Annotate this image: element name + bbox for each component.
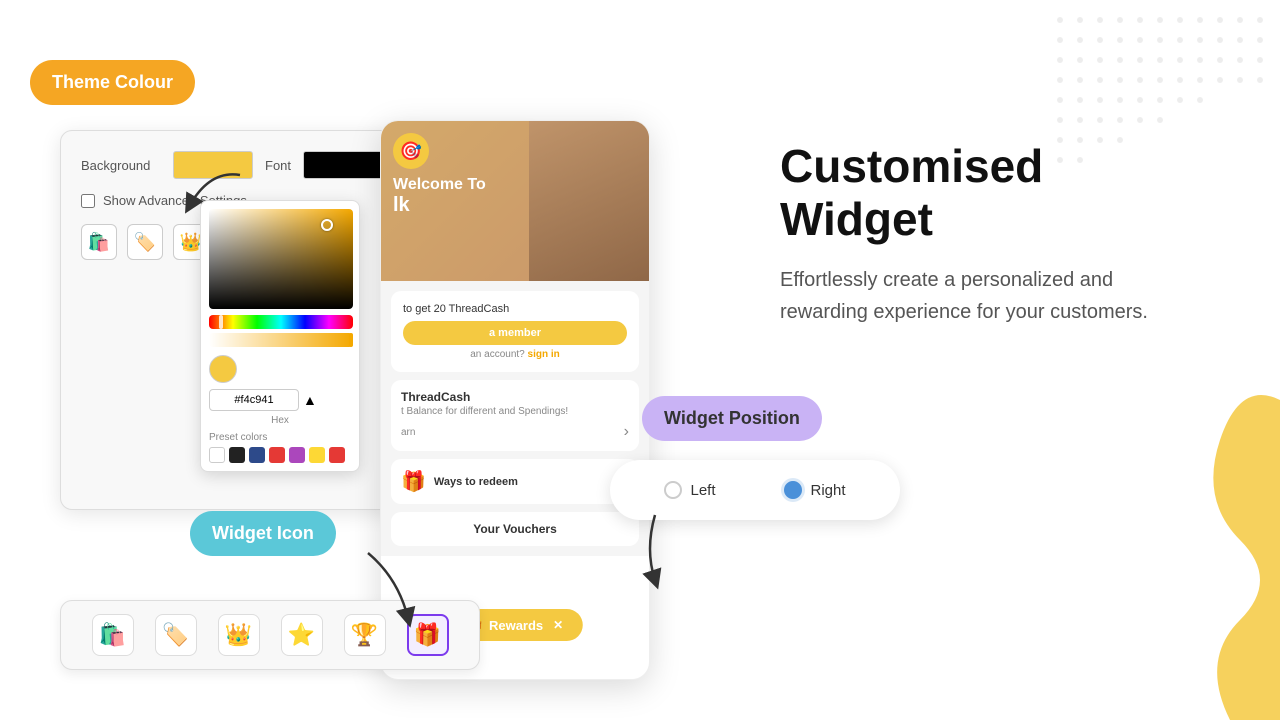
mobile-body: to get 20 ThreadCash a member an account…	[381, 281, 649, 556]
redeem-card: 🎁 Ways to redeem	[391, 459, 639, 504]
preset-label: Preset colors	[209, 432, 351, 443]
arrow-theme-colour	[170, 165, 250, 225]
theme-colour-label: Theme Colour	[30, 60, 195, 105]
mobile-header: 🎯 Welcome To lk	[381, 121, 649, 281]
preset-yellow[interactable]	[309, 447, 325, 463]
radio-left[interactable]: Left	[664, 481, 715, 499]
signup-text: to get 20 ThreadCash	[403, 303, 627, 315]
alpha-bar[interactable]	[209, 333, 353, 347]
preset-black[interactable]	[229, 447, 245, 463]
arrow-widget-icon	[358, 548, 428, 628]
hex-label: Hex	[209, 415, 351, 426]
icon-btn-star[interactable]: ⭐	[281, 614, 323, 656]
icon-option-bag[interactable]: 🛍️	[81, 224, 117, 260]
tc-title: ThreadCash	[401, 390, 629, 404]
radio-left-label: Left	[690, 482, 715, 499]
hex-up-arrow[interactable]: ▲	[303, 392, 317, 408]
hue-cursor	[219, 315, 223, 329]
rewards-label: Rewards	[489, 618, 543, 633]
icon-btn-bag[interactable]: 🛍️	[92, 614, 134, 656]
mobile-clothing-image	[529, 121, 649, 281]
radio-right[interactable]: Right	[784, 481, 845, 499]
preset-red2[interactable]	[329, 447, 345, 463]
main-title: Customised Widget	[780, 140, 1200, 246]
right-text-section: Customised Widget Effortlessly create a …	[780, 140, 1200, 328]
widget-position-label: Widget Position	[642, 396, 822, 441]
signup-button[interactable]: a member	[403, 321, 627, 345]
vouchers-title: Your Vouchers	[401, 522, 629, 536]
font-label: Font	[265, 158, 291, 173]
radio-right-circle[interactable]	[784, 481, 802, 499]
signin-text: an account? sign in	[403, 349, 627, 360]
hex-input[interactable]	[209, 389, 299, 411]
learn-row: arn ›	[401, 423, 629, 441]
yellow-wave	[980, 320, 1280, 720]
preset-blue[interactable]	[249, 447, 265, 463]
mobile-signup-card: to get 20 ThreadCash a member an account…	[391, 291, 639, 372]
tc-desc: t Balance for different and Spendings!	[401, 406, 629, 417]
icon-btn-crown[interactable]: 👑	[218, 614, 260, 656]
radio-right-label: Right	[810, 482, 845, 499]
signin-link[interactable]: sign in	[528, 349, 560, 360]
font-color-swatch[interactable]	[303, 151, 383, 179]
redeem-text: Ways to redeem	[434, 476, 518, 488]
hue-bar[interactable]	[209, 315, 353, 329]
redeem-icon: 🎁	[401, 469, 426, 494]
preset-purple[interactable]	[289, 447, 305, 463]
preset-red1[interactable]	[269, 447, 285, 463]
mobile-welcome-text: Welcome To lk	[393, 176, 486, 217]
arrow-widget-position	[625, 510, 685, 590]
sub-text: Effortlessly create a personalized and r…	[780, 264, 1200, 328]
preset-colors	[209, 447, 351, 463]
preset-white[interactable]	[209, 447, 225, 463]
widget-icon-label: Widget Icon	[190, 511, 336, 556]
icon-option-tag[interactable]: 🏷️	[127, 224, 163, 260]
color-preview	[209, 355, 237, 383]
color-cursor	[321, 219, 333, 231]
icon-btn-tag[interactable]: 🏷️	[155, 614, 197, 656]
mobile-logo: 🎯	[393, 133, 429, 169]
threadcash-card: ThreadCash t Balance for different and S…	[391, 380, 639, 451]
advanced-settings-checkbox[interactable]	[81, 194, 95, 208]
vouchers-card: Your Vouchers	[391, 512, 639, 546]
bg-label: Background	[81, 158, 161, 173]
color-picker-popup: ▲ Hex Preset colors	[200, 200, 360, 472]
radio-left-circle[interactable]	[664, 481, 682, 499]
alpha-cursor	[349, 333, 353, 347]
rewards-close[interactable]: ✕	[553, 618, 563, 632]
